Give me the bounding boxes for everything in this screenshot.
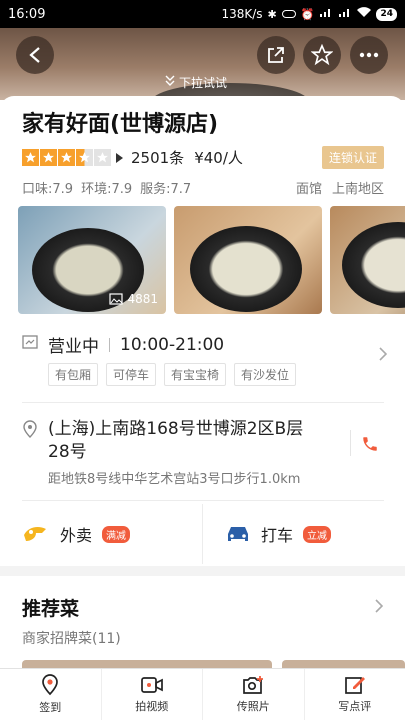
open-time: 10:00-21:00	[120, 334, 225, 355]
facility-tag: 有宝宝椅	[164, 363, 227, 386]
facility-tag: 可停车	[106, 363, 157, 386]
signal-icon	[319, 7, 333, 21]
shop-info-card: 家有好面(世博源店) 2501条 ¥40/人 连锁认证 口味:7.9 环境:7.…	[0, 96, 405, 566]
more-button[interactable]	[350, 36, 388, 74]
shop-category[interactable]: 面馆	[296, 178, 322, 197]
photo-3[interactable]	[330, 206, 405, 314]
star-outline-icon	[311, 44, 333, 66]
recommended-title: 推荐菜	[22, 598, 80, 620]
open-status: 营业中	[48, 337, 99, 357]
caret-right-icon	[116, 152, 123, 163]
battery-icon: 24	[376, 7, 397, 21]
toggle-icon	[281, 10, 296, 18]
bluetooth-icon: ✱	[267, 7, 277, 21]
video-icon	[140, 677, 163, 693]
upload-photo-button[interactable]: 传照片	[202, 669, 304, 720]
facility-tags: 有包厢 可停车 有宝宝椅 有沙发位	[48, 363, 387, 386]
section-divider	[22, 402, 384, 403]
delivery-label: 外卖	[60, 526, 93, 545]
upload-photo-label: 传照片	[236, 700, 270, 713]
location-pin-icon	[22, 420, 38, 442]
edit-review-icon	[344, 677, 365, 694]
delivery-button[interactable]: 外卖 满减	[0, 504, 202, 564]
chain-certified-badge: 连锁认证	[321, 146, 384, 169]
pull-down-hint: 下拉试试	[165, 74, 227, 91]
share-button[interactable]	[257, 36, 295, 74]
business-hours[interactable]: 营业中 10:00-21:00 有包厢 可停车 有宝宝椅 有沙发位	[22, 332, 388, 386]
discount-badge: 满减	[102, 525, 131, 543]
dish-photo-peek	[282, 660, 405, 668]
phone-icon	[363, 437, 377, 451]
address-section[interactable]: (上海)上南路168号世博源2区B层28号 距地铁8号线中华艺术宫站3号口步行1…	[22, 418, 387, 487]
write-review-label: 写点评	[338, 700, 372, 713]
star-empty-icon	[94, 149, 111, 166]
map-pin-icon	[42, 674, 59, 696]
avg-price: ¥40/人	[194, 149, 243, 167]
more-dots-icon	[359, 52, 379, 58]
shop-district[interactable]: 上南地区	[332, 178, 384, 197]
hero-photo: 下拉试试	[0, 28, 405, 123]
favorite-button[interactable]	[303, 36, 341, 74]
bowl-image	[342, 222, 405, 308]
status-time: 16:09	[8, 6, 46, 22]
photo-2[interactable]	[174, 206, 322, 314]
status-bar: 16:09 138K/s ✱ ⏰ 24	[0, 0, 405, 28]
back-button[interactable]	[16, 36, 54, 74]
car-icon	[228, 527, 248, 541]
taxi-label: 打车	[261, 526, 294, 545]
divider	[350, 430, 351, 456]
delivery-icon	[24, 527, 46, 541]
taxi-button[interactable]: 打车 立减	[202, 504, 405, 564]
pull-hint-label: 下拉试试	[179, 76, 228, 90]
review-count: 2501条	[131, 149, 185, 167]
camera-plus-icon	[243, 676, 264, 694]
facility-tag: 有沙发位	[234, 363, 297, 386]
star-icon	[22, 149, 39, 166]
wifi-icon	[357, 7, 372, 21]
image-icon	[109, 293, 124, 305]
taste-score: 口味:7.9	[22, 182, 74, 197]
photo-strip[interactable]: 4881	[18, 206, 405, 314]
star-icon	[58, 149, 75, 166]
facility-tag: 有包厢	[48, 363, 99, 386]
signature-dishes-count: 商家招牌菜(11)	[22, 631, 121, 647]
star-half-icon	[76, 149, 93, 166]
chevron-right-icon	[379, 346, 388, 365]
subway-directions: 距地铁8号线中华艺术宫站3号口步行1.0km	[48, 472, 301, 487]
section-divider	[22, 500, 384, 501]
discount-badge: 立减	[303, 525, 332, 543]
service-row: 外卖 满减 打车 立减	[0, 504, 405, 564]
checkin-button[interactable]: 签到	[0, 669, 101, 720]
alarm-icon: ⏰	[300, 7, 315, 21]
chevron-right-icon	[375, 598, 384, 617]
clock-card-icon	[22, 334, 38, 355]
divider	[109, 337, 110, 352]
environment-score: 环境:7.9	[81, 182, 133, 197]
signal-icon-2	[338, 7, 352, 21]
shop-name: 家有好面(世博源店)	[22, 112, 219, 137]
score-row: 口味:7.9 环境:7.9 服务:7.7 面馆 上南地区	[22, 178, 384, 197]
double-chevron-down-icon	[165, 75, 175, 90]
address-text: (上海)上南路168号世博源2区B层28号	[48, 419, 304, 462]
write-review-button[interactable]: 写点评	[303, 669, 405, 720]
section-gap	[0, 566, 405, 576]
service-score: 服务:7.7	[140, 182, 192, 197]
bowl-image	[190, 226, 302, 312]
photo-count: 4881	[109, 292, 158, 306]
share-icon	[268, 47, 284, 63]
rating-row[interactable]: 2501条 ¥40/人 连锁认证	[22, 146, 384, 169]
phone-button[interactable]	[361, 434, 379, 458]
dish-photo-peek	[22, 660, 272, 668]
bottom-action-bar: 签到 拍视频 传照片 写点评	[0, 668, 405, 720]
star-rating	[22, 149, 111, 166]
photo-1[interactable]: 4881	[18, 206, 166, 314]
recommended-dishes[interactable]: 推荐菜 商家招牌菜(11)	[0, 576, 405, 668]
back-arrow-icon	[29, 47, 40, 63]
checkin-label: 签到	[39, 701, 62, 714]
record-video-label: 拍视频	[135, 700, 169, 713]
record-video-button[interactable]: 拍视频	[100, 669, 203, 720]
network-speed: 138K/s	[221, 7, 263, 21]
star-icon	[40, 149, 57, 166]
